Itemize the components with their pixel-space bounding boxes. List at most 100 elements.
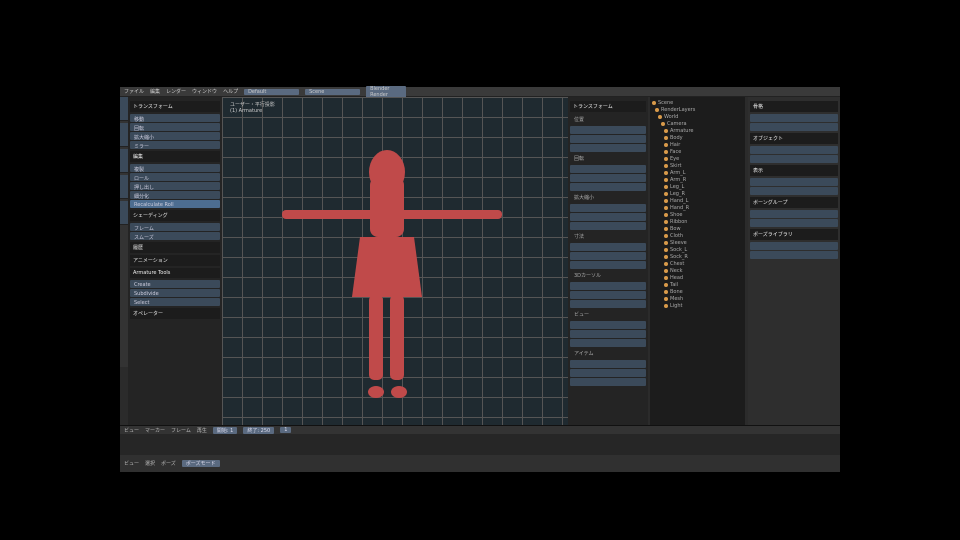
menu-edit[interactable]: 編集 bbox=[150, 88, 160, 95]
value-field[interactable] bbox=[570, 252, 646, 260]
tool-button[interactable]: 回転 bbox=[130, 123, 220, 132]
outliner-item[interactable]: Light bbox=[652, 302, 743, 309]
panel-header[interactable]: シェーディング bbox=[130, 210, 220, 221]
props-section[interactable]: 表示 bbox=[750, 165, 838, 176]
outliner-item[interactable]: Hand_L bbox=[652, 197, 743, 204]
header-view[interactable]: ビュー bbox=[124, 460, 139, 467]
outliner-item[interactable]: RenderLayers bbox=[652, 106, 743, 113]
outliner-item[interactable]: Arm_R bbox=[652, 176, 743, 183]
current-frame[interactable]: 1 bbox=[280, 427, 292, 433]
props-field[interactable] bbox=[750, 187, 838, 195]
tool-button[interactable]: 押し出し bbox=[130, 182, 220, 191]
outliner-item[interactable]: Tail bbox=[652, 281, 743, 288]
tool-button[interactable]: ミラー bbox=[130, 141, 220, 150]
outliner-item[interactable]: Camera bbox=[652, 120, 743, 127]
timeline[interactable]: ビュー マーカー フレーム 再生 開始: 1 終了: 250 1 bbox=[120, 425, 840, 455]
props-field[interactable] bbox=[750, 155, 838, 163]
props-field[interactable] bbox=[750, 178, 838, 186]
value-field[interactable] bbox=[570, 339, 646, 347]
tool-button[interactable]: スムーズ bbox=[130, 232, 220, 241]
value-field[interactable] bbox=[570, 261, 646, 269]
outliner-item[interactable]: World bbox=[652, 113, 743, 120]
menu-render[interactable]: レンダー bbox=[166, 88, 186, 95]
tool-button[interactable]: Select bbox=[130, 298, 220, 306]
value-field[interactable] bbox=[570, 282, 646, 290]
3d-viewport[interactable]: ユーザー・平行投影 (1) Armature bbox=[222, 97, 568, 425]
value-field[interactable] bbox=[570, 378, 646, 386]
props-field[interactable] bbox=[750, 251, 838, 259]
outliner-item[interactable]: Body bbox=[652, 134, 743, 141]
menu-help[interactable]: ヘルプ bbox=[223, 88, 238, 95]
tl-marker[interactable]: マーカー bbox=[145, 427, 165, 434]
outliner-item[interactable]: Eye bbox=[652, 155, 743, 162]
scene-selector[interactable]: Scene bbox=[305, 88, 361, 95]
outliner-item[interactable]: Sock_R bbox=[652, 253, 743, 260]
outliner-item[interactable]: Sock_L bbox=[652, 246, 743, 253]
value-field[interactable] bbox=[570, 243, 646, 251]
tool-button[interactable]: 細分化 bbox=[130, 191, 220, 200]
tool-tabs[interactable] bbox=[120, 97, 128, 367]
props-field[interactable] bbox=[750, 242, 838, 250]
outliner-item[interactable]: Face bbox=[652, 148, 743, 155]
tool-button[interactable]: 複製 bbox=[130, 164, 220, 173]
tool-button[interactable]: 移動 bbox=[130, 114, 220, 123]
outliner-item[interactable]: Chest bbox=[652, 260, 743, 267]
character-model[interactable] bbox=[222, 97, 568, 425]
outliner-item[interactable]: Skirt bbox=[652, 162, 743, 169]
value-field[interactable] bbox=[570, 144, 646, 152]
tool-button[interactable]: フレーム bbox=[130, 223, 220, 232]
header-pose[interactable]: ポーズ bbox=[161, 460, 176, 467]
outliner-item[interactable]: Scene bbox=[652, 99, 743, 106]
outliner-item[interactable]: Leg_L bbox=[652, 183, 743, 190]
props-field[interactable] bbox=[750, 146, 838, 154]
outliner-item[interactable]: Ribbon bbox=[652, 218, 743, 225]
value-field[interactable] bbox=[570, 135, 646, 143]
menu-window[interactable]: ウィンドウ bbox=[192, 88, 217, 95]
outliner-item[interactable]: Hair bbox=[652, 141, 743, 148]
outliner-item[interactable]: Cloth bbox=[652, 232, 743, 239]
outliner-item[interactable]: Head bbox=[652, 274, 743, 281]
tool-button[interactable]: 拡大縮小 bbox=[130, 132, 220, 141]
panel-header[interactable]: 編集 bbox=[130, 151, 220, 162]
tl-view[interactable]: ビュー bbox=[124, 427, 139, 434]
tool-button[interactable]: ロール bbox=[130, 173, 220, 182]
props-section[interactable]: ポーズライブラリ bbox=[750, 229, 838, 240]
value-field[interactable] bbox=[570, 369, 646, 377]
value-field[interactable] bbox=[570, 300, 646, 308]
value-field[interactable] bbox=[570, 204, 646, 212]
tool-button[interactable]: Recalculate Roll bbox=[130, 200, 220, 208]
outliner-item[interactable]: Arm_L bbox=[652, 169, 743, 176]
props-field[interactable] bbox=[750, 114, 838, 122]
value-field[interactable] bbox=[570, 174, 646, 182]
value-field[interactable] bbox=[570, 360, 646, 368]
props-field[interactable] bbox=[750, 219, 838, 227]
outliner-item[interactable]: Sleeve bbox=[652, 239, 743, 246]
menu-file[interactable]: ファイル bbox=[124, 88, 144, 95]
value-field[interactable] bbox=[570, 321, 646, 329]
value-field[interactable] bbox=[570, 213, 646, 221]
value-field[interactable] bbox=[570, 330, 646, 338]
end-frame[interactable]: 終了: 250 bbox=[243, 426, 275, 434]
outliner-item[interactable]: Bone bbox=[652, 288, 743, 295]
tl-playback[interactable]: 再生 bbox=[197, 427, 207, 434]
panel-header[interactable]: トランスフォーム bbox=[130, 101, 220, 112]
mode-selector[interactable]: ポーズモード bbox=[181, 460, 220, 467]
header-select[interactable]: 選択 bbox=[145, 460, 155, 467]
props-section[interactable]: オブジェクト bbox=[750, 133, 838, 144]
start-frame[interactable]: 開始: 1 bbox=[212, 426, 238, 434]
props-section[interactable]: ボーングループ bbox=[750, 197, 838, 208]
value-field[interactable] bbox=[570, 291, 646, 299]
outliner-item[interactable]: Shoe bbox=[652, 211, 743, 218]
outliner-item[interactable]: Leg_R bbox=[652, 190, 743, 197]
value-field[interactable] bbox=[570, 222, 646, 230]
tool-button[interactable]: Create bbox=[130, 280, 220, 288]
outliner-item[interactable]: Armature bbox=[652, 127, 743, 134]
layout-selector[interactable]: Default bbox=[244, 88, 300, 95]
outliner-item[interactable]: Bow bbox=[652, 225, 743, 232]
engine-selector[interactable]: Blender Render bbox=[366, 85, 407, 98]
props-section[interactable]: 骨格 bbox=[750, 101, 838, 112]
panel-header[interactable]: Armature Tools bbox=[130, 268, 220, 278]
panel-header[interactable]: 履歴 bbox=[130, 242, 220, 253]
tl-frame[interactable]: フレーム bbox=[171, 427, 191, 434]
outliner-item[interactable]: Neck bbox=[652, 267, 743, 274]
